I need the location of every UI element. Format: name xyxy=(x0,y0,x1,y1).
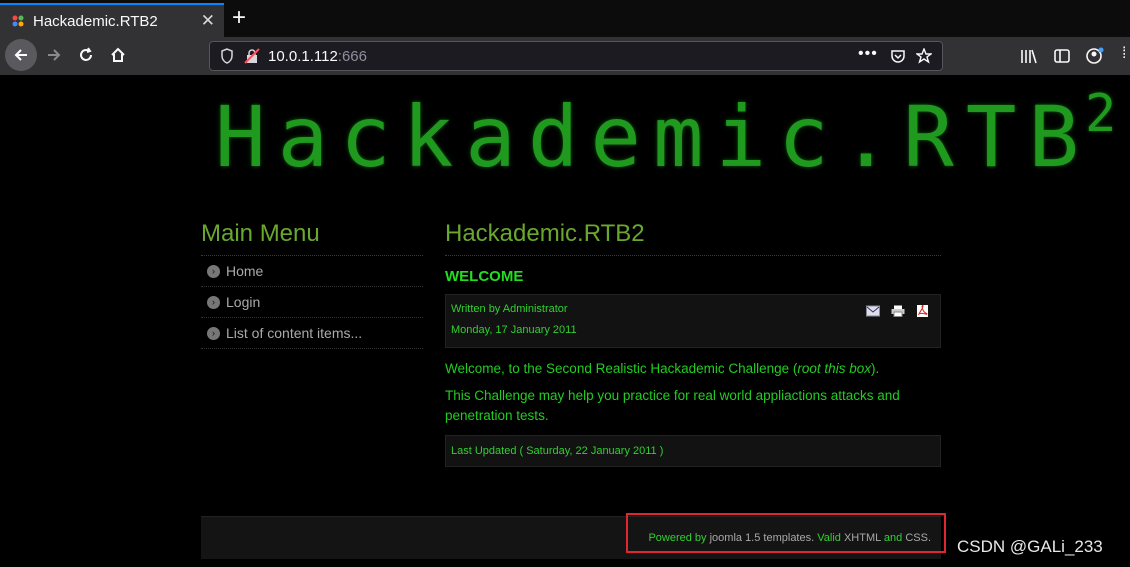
back-button[interactable] xyxy=(5,39,37,71)
forward-button[interactable] xyxy=(38,39,70,71)
bookmark-star-icon[interactable] xyxy=(916,48,932,64)
watermark: CSDN @GALi_233 xyxy=(957,537,1103,556)
article-info: Written by Administrator Monday, 17 Janu… xyxy=(445,294,941,348)
arrow-left-icon xyxy=(14,49,27,61)
sidebar-toggle-icon[interactable] xyxy=(1053,47,1071,65)
arrow-right-icon xyxy=(48,49,61,61)
menu-item-label: Login xyxy=(226,294,261,310)
menu-item-label: List of content items... xyxy=(226,325,363,341)
article-heading: WELCOME xyxy=(445,268,524,285)
menu-item-label: Home xyxy=(226,263,264,279)
article-tools xyxy=(866,305,930,317)
home-button[interactable] xyxy=(102,39,134,71)
main-menu: Main Menu › Home › Login › List of conte… xyxy=(201,220,423,349)
last-updated: Last Updated ( Saturday, 22 January 2011… xyxy=(445,435,941,467)
insecure-lock-icon[interactable] xyxy=(244,48,260,64)
reload-icon xyxy=(80,47,92,61)
tab-bar: Hackademic.RTB2 ✕ + xyxy=(0,0,1130,37)
reload-button[interactable] xyxy=(70,39,102,71)
menu-title: Main Menu xyxy=(201,220,423,256)
url-bar[interactable]: 10.0.1.112:666 ••• xyxy=(209,41,943,71)
chevron-right-icon: › xyxy=(207,295,220,309)
menu-item-login[interactable]: › Login xyxy=(201,287,423,318)
article-paragraph: This Challenge may help you practice for… xyxy=(445,388,900,423)
menu-icon[interactable]: ⁞ xyxy=(1122,45,1126,63)
chevron-right-icon: › xyxy=(207,264,220,278)
menu-item-content-list[interactable]: › List of content items... xyxy=(201,318,423,349)
highlight-box xyxy=(626,513,946,553)
shield-icon[interactable] xyxy=(220,48,234,64)
account-icon[interactable] xyxy=(1085,47,1105,65)
article-paragraph: Welcome, to the Second Realistic Hackade… xyxy=(445,361,880,376)
chevron-right-icon: › xyxy=(207,326,220,340)
url-text: 10.0.1.112:666 xyxy=(268,48,367,65)
joomla-favicon-icon xyxy=(12,15,24,27)
menu-item-home[interactable]: › Home xyxy=(201,256,423,287)
library-icon[interactable] xyxy=(1020,47,1038,65)
new-tab-icon[interactable]: + xyxy=(232,5,246,31)
browser-tab[interactable]: Hackademic.RTB2 ✕ xyxy=(0,3,224,37)
home-icon xyxy=(111,47,125,62)
site-banner-logo: Hackademic.RTB2 xyxy=(215,84,1129,186)
email-icon[interactable] xyxy=(866,305,880,317)
pocket-icon[interactable] xyxy=(890,48,906,64)
article-title: Hackademic.RTB2 xyxy=(445,220,941,256)
print-icon[interactable] xyxy=(891,305,905,317)
article-date: Monday, 17 January 2011 xyxy=(451,324,577,336)
nav-bar: 10.0.1.112:666 ••• ⁞ xyxy=(0,37,1130,75)
page-actions-icon[interactable]: ••• xyxy=(858,45,878,63)
tab-title: Hackademic.RTB2 xyxy=(33,12,158,30)
article-author: Written by Administrator xyxy=(451,303,568,315)
pdf-icon[interactable] xyxy=(916,305,930,317)
article: Hackademic.RTB2 WELCOME Written by Admin… xyxy=(445,220,941,467)
tab-close-icon[interactable]: ✕ xyxy=(201,11,215,31)
article-body: Welcome, to the Second Realistic Hackade… xyxy=(445,359,941,426)
